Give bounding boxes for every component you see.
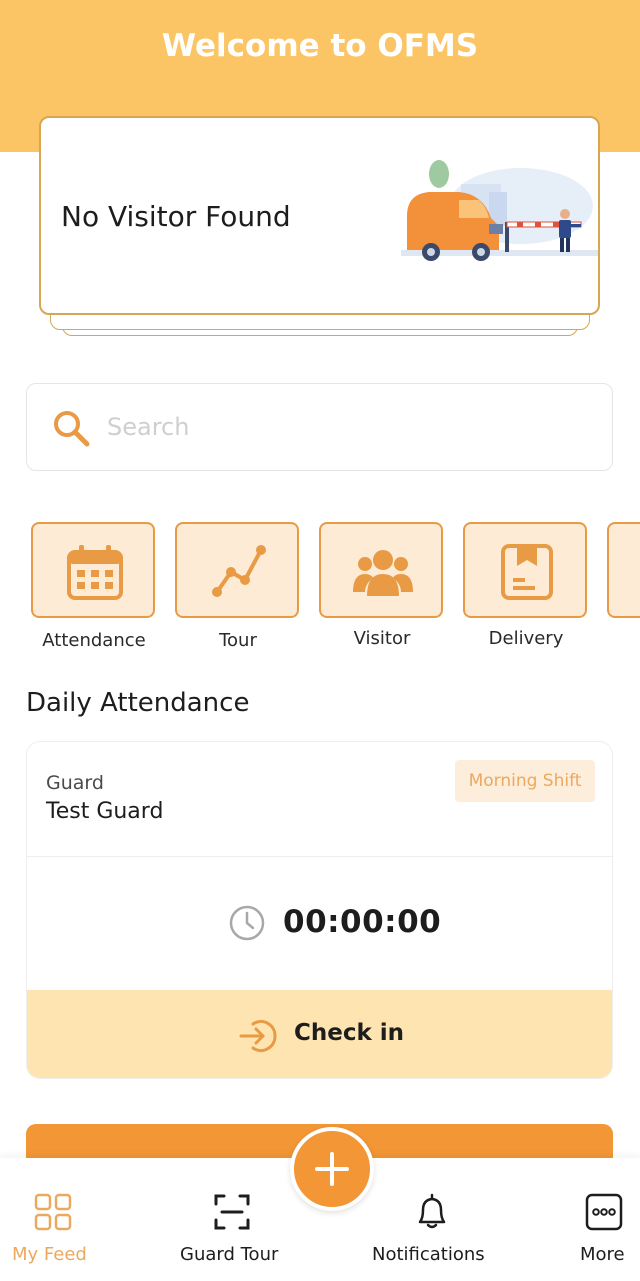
add-button[interactable]	[290, 1127, 374, 1211]
nav-item-notifications[interactable]: Notifications	[362, 1158, 502, 1281]
nav-label: Guard Tour	[180, 1244, 279, 1265]
quick-action-next[interactable]	[607, 520, 640, 660]
more-icon	[585, 1193, 623, 1231]
nav-item-more[interactable]: More	[566, 1158, 640, 1281]
nav-item-my-feed[interactable]: My Feed	[0, 1158, 105, 1281]
app-screen: Welcome to OFMS No Visitor Found Search …	[0, 0, 640, 1281]
quick-action-attendance[interactable]: Attendance	[31, 520, 157, 660]
quick-action-delivery[interactable]: Delivery	[463, 520, 589, 660]
quick-action-tile[interactable]	[31, 522, 155, 618]
quick-action-tile[interactable]	[175, 522, 299, 618]
calendar-icon	[67, 545, 123, 600]
search-input[interactable]	[107, 404, 587, 450]
guard-name: Test Guard	[46, 799, 164, 824]
grid-icon	[34, 1193, 72, 1231]
quick-action-tile[interactable]	[607, 522, 640, 618]
visitor-empty-message: No Visitor Found	[61, 200, 291, 233]
gate-illustration	[401, 160, 598, 261]
check-in-button[interactable]: Check in	[27, 990, 612, 1078]
quick-action-tile[interactable]	[319, 522, 443, 618]
quick-action-label: Delivery	[488, 628, 564, 649]
package-icon	[501, 544, 553, 600]
quick-action-label: Attendance	[42, 630, 146, 651]
nav-label: Notifications	[372, 1244, 485, 1265]
search-bar[interactable]	[26, 383, 613, 471]
timer-row: 00:00:00	[27, 890, 612, 960]
check-in-icon	[239, 1019, 277, 1053]
quick-action-visitor[interactable]: Visitor	[319, 520, 445, 660]
scan-icon	[214, 1194, 250, 1230]
quick-action-tour[interactable]: Tour	[175, 520, 301, 660]
quick-action-label: Tour	[219, 630, 257, 651]
nav-label: My Feed	[12, 1244, 87, 1265]
section-title: Daily Attendance	[26, 688, 250, 718]
bell-icon	[418, 1193, 446, 1229]
guard-role: Guard	[46, 772, 104, 794]
quick-action-label: Visitor	[353, 628, 411, 649]
check-in-label: Check in	[294, 1020, 405, 1046]
nav-item-guard-tour[interactable]: Guard Tour	[170, 1158, 295, 1281]
attendance-card: Guard Test Guard Morning Shift 00:00:00 …	[26, 741, 613, 1079]
quick-actions-row: Attendance Tour Visitor Delivery	[0, 520, 640, 660]
shift-badge: Morning Shift	[455, 760, 595, 802]
visitor-card[interactable]: No Visitor Found	[39, 116, 600, 315]
page-title: Welcome to OFMS	[161, 28, 479, 64]
visitors-icon	[353, 550, 413, 596]
route-icon	[212, 545, 266, 597]
divider	[27, 856, 612, 857]
quick-action-tile[interactable]	[463, 522, 587, 618]
nav-label: More	[580, 1244, 625, 1265]
clock-icon	[229, 905, 265, 941]
search-icon	[54, 411, 90, 447]
plus-icon	[315, 1152, 349, 1186]
attendance-timer: 00:00:00	[283, 904, 442, 940]
